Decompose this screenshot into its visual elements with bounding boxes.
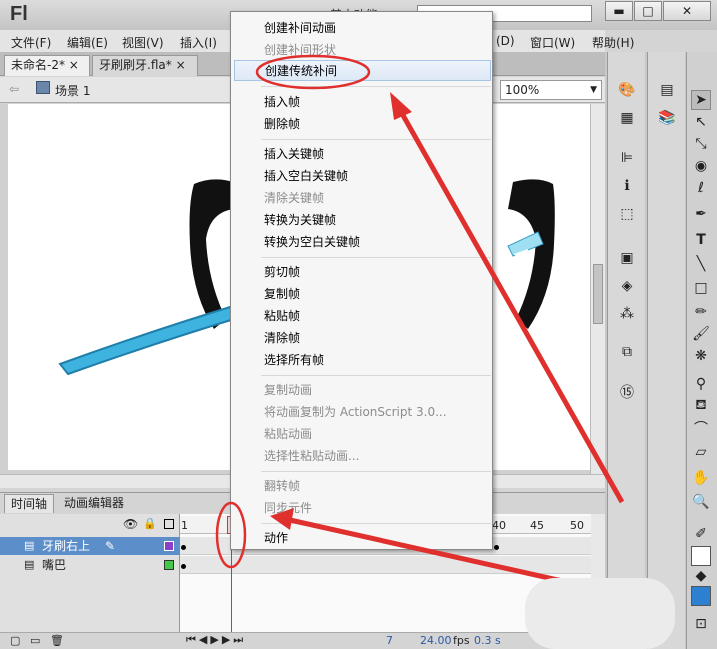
annotation-overlay: [215, 54, 675, 649]
highlight-ellipse: [255, 54, 371, 90]
arrow-head: [270, 508, 294, 530]
annotation-arrow: [397, 108, 625, 504]
watermark-blob: [525, 578, 675, 649]
highlight-ellipse: [215, 501, 247, 569]
annotation-arrow: [289, 517, 581, 588]
arrow-head: [390, 92, 412, 120]
